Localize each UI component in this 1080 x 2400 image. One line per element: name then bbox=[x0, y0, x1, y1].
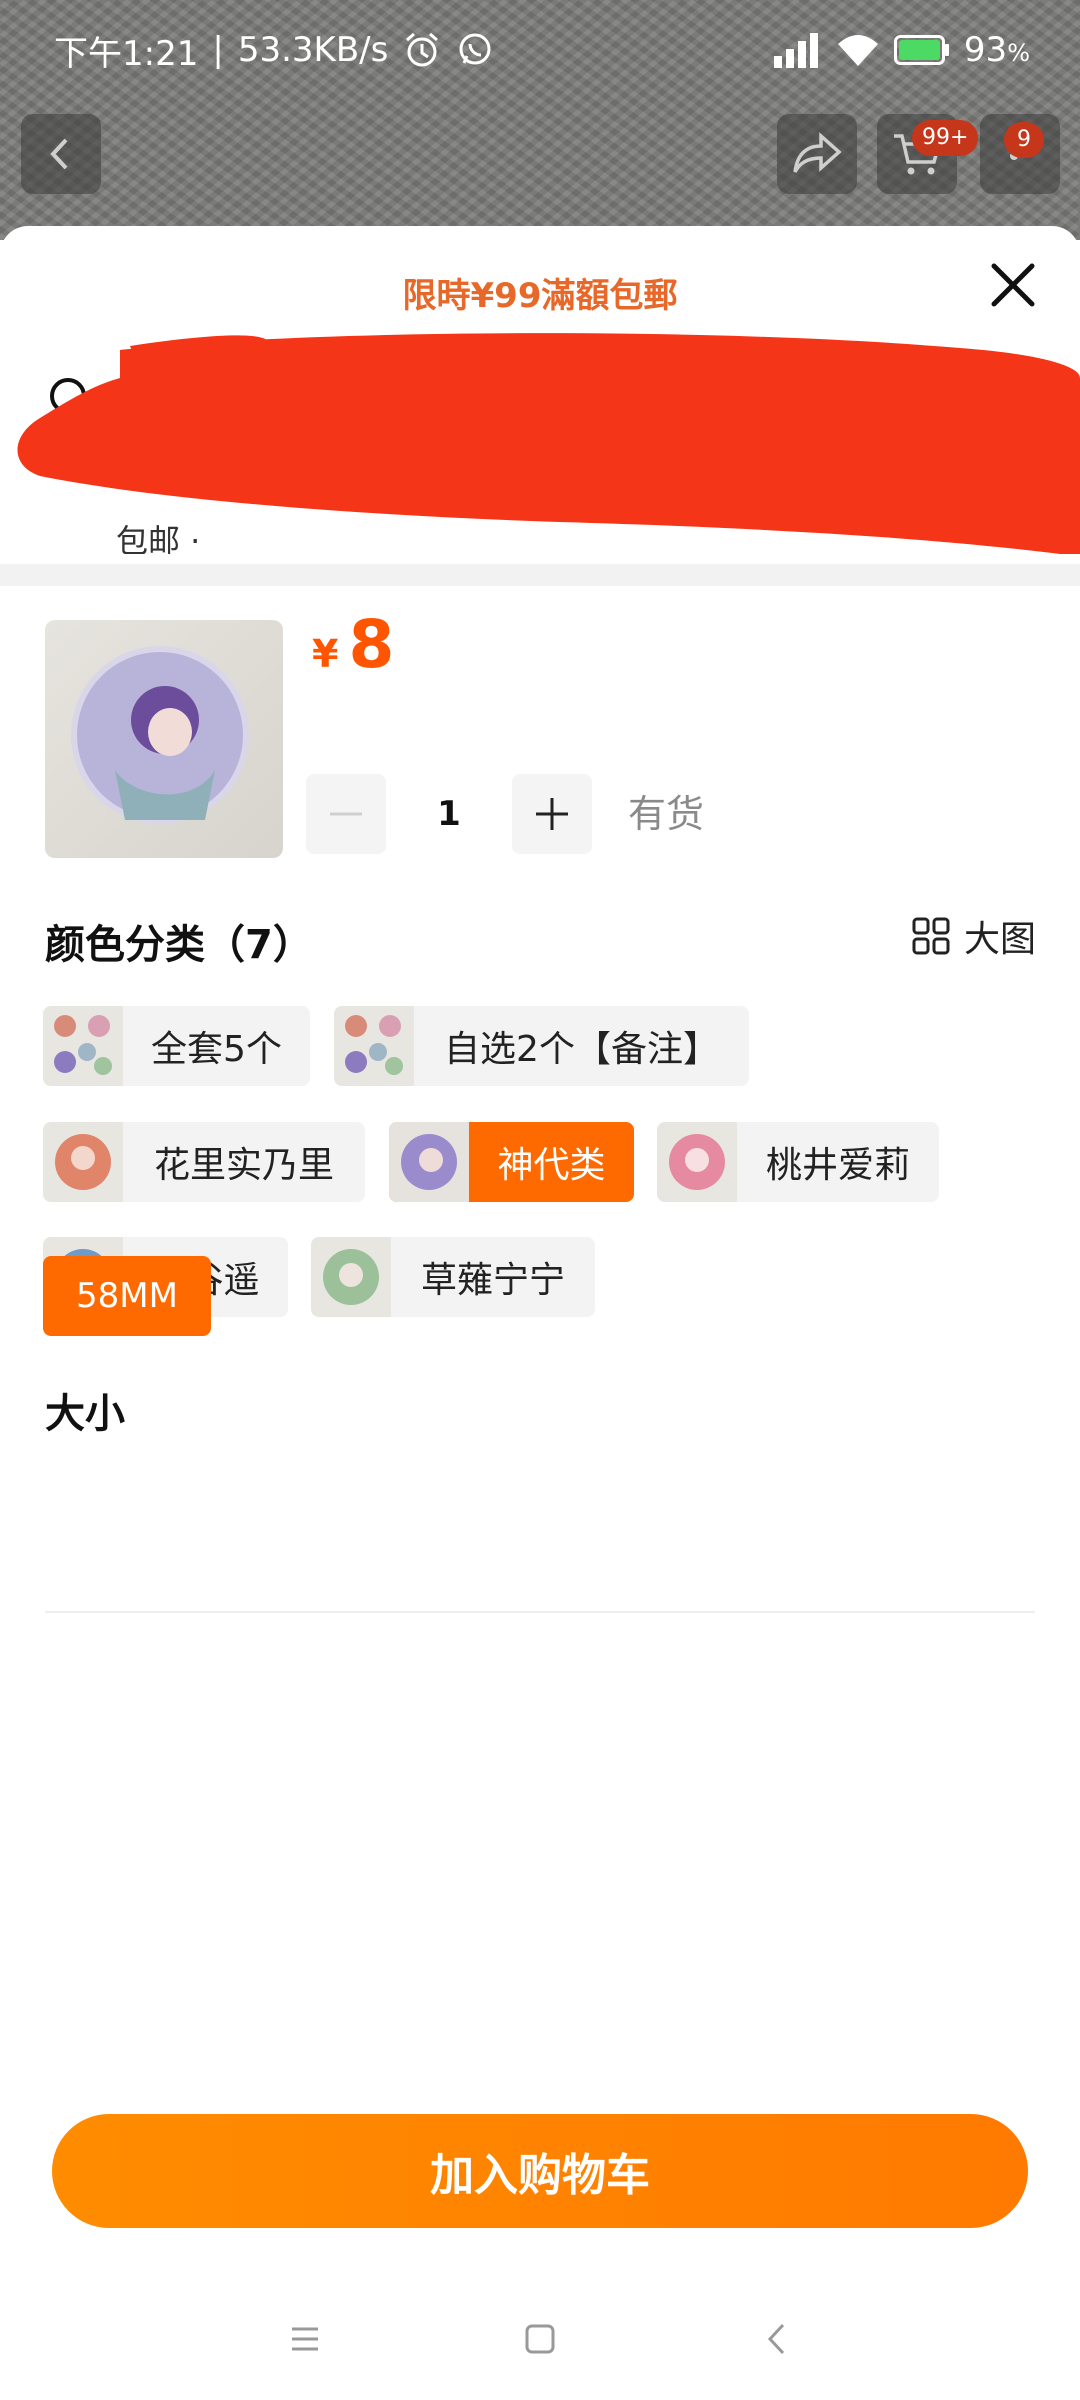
status-net-speed: 53.3KB/s bbox=[237, 30, 389, 70]
cart-badge: 99+ bbox=[912, 120, 979, 156]
option-thumbnail bbox=[657, 1122, 737, 1202]
status-time: 下午1:21 bbox=[54, 33, 199, 74]
price: ¥ 8 bbox=[312, 606, 394, 683]
option-label: 花里实乃里 bbox=[153, 1145, 334, 1186]
color-option-rui[interactable]: 神代类 bbox=[389, 1122, 634, 1202]
color-option-airi[interactable]: 桃井爱莉 bbox=[657, 1122, 939, 1202]
alarm-icon bbox=[402, 30, 442, 70]
battery-icon bbox=[893, 35, 950, 65]
status-bar: 下午1:21 | 53.3KB/s 93% bbox=[0, 0, 1080, 100]
plus-icon bbox=[536, 798, 568, 830]
product-thumbnail[interactable] bbox=[45, 620, 283, 858]
wifi-icon bbox=[836, 32, 880, 68]
option-thumbnail bbox=[389, 1122, 469, 1202]
stock-status: 有货 bbox=[628, 792, 705, 836]
option-label: 草薙宁宁 bbox=[420, 1260, 565, 1301]
menu-icon bbox=[292, 2327, 318, 2351]
minus-icon bbox=[330, 812, 362, 816]
quantity-value[interactable]: 1 bbox=[386, 774, 512, 854]
redaction-scribble bbox=[17, 333, 1080, 554]
price-currency: ¥ bbox=[312, 632, 339, 676]
option-thumbnail bbox=[43, 1006, 123, 1086]
color-section-title: 颜色分类（7） bbox=[45, 922, 313, 968]
section-rule bbox=[45, 1611, 1035, 1613]
option-thumbnail bbox=[43, 1122, 123, 1202]
color-option-nene[interactable]: 草薙宁宁 bbox=[311, 1237, 595, 1317]
section-divider bbox=[0, 564, 1080, 586]
color-option-pick-two[interactable]: 自选2个【备注】 bbox=[334, 1006, 749, 1086]
size-option-58mm[interactable]: 58MM bbox=[43, 1256, 211, 1336]
price-amount: 8 bbox=[348, 606, 395, 683]
color-option-minori[interactable]: 花里实乃里 bbox=[43, 1122, 365, 1202]
add-to-cart-button[interactable]: 加入购物车 bbox=[52, 2114, 1028, 2228]
size-section-title: 大小 bbox=[45, 1391, 125, 1437]
option-label: 神代类 bbox=[497, 1145, 606, 1186]
quantity-increment-button[interactable] bbox=[512, 774, 592, 854]
status-separator: | bbox=[212, 30, 224, 70]
share-button[interactable] bbox=[777, 114, 857, 194]
battery-percent: 93% bbox=[963, 30, 1030, 70]
close-button[interactable] bbox=[984, 256, 1042, 314]
color-option-full-set[interactable]: 全套5个 bbox=[43, 1006, 310, 1086]
chevron-left-icon bbox=[50, 138, 68, 170]
shipping-address-row[interactable]: 包邮 · bbox=[0, 326, 1080, 554]
close-icon bbox=[991, 263, 1035, 307]
whatsapp-icon bbox=[456, 31, 494, 69]
quantity-decrement-button[interactable] bbox=[306, 774, 386, 854]
system-nav-bar bbox=[0, 2294, 1080, 2384]
option-thumbnail bbox=[334, 1006, 414, 1086]
back-nav-button[interactable] bbox=[747, 2294, 807, 2384]
promo-banner: 限時¥99滿額包郵 bbox=[402, 276, 678, 316]
option-thumbnail bbox=[311, 1237, 391, 1317]
menu-nav-button[interactable] bbox=[275, 2294, 335, 2384]
back-chevron-icon bbox=[767, 2323, 785, 2355]
share-icon bbox=[793, 132, 842, 173]
home-nav-button[interactable] bbox=[510, 2294, 570, 2384]
grid-icon bbox=[912, 917, 950, 955]
badge-pin-image bbox=[71, 646, 249, 824]
back-button[interactable] bbox=[21, 114, 101, 194]
signal-icon bbox=[772, 32, 822, 68]
big-image-label: 大图 bbox=[963, 919, 1036, 960]
sku-selector-sheet: 限時¥99滿額包郵 包邮 · ¥ 8 1 有货 颜色分类（7） 大图 全套5个 … bbox=[0, 226, 1080, 2400]
more-badge: 9 bbox=[1004, 122, 1044, 158]
option-label: 桃井爱莉 bbox=[765, 1145, 910, 1186]
status-right: 93% bbox=[772, 30, 1030, 70]
big-image-toggle[interactable]: 大图 bbox=[912, 910, 1036, 962]
status-left: 下午1:21 | 53.3KB/s bbox=[54, 26, 494, 75]
home-square-icon bbox=[525, 2324, 555, 2354]
option-label: 自选2个【备注】 bbox=[444, 1029, 719, 1070]
option-label: 全套5个 bbox=[151, 1029, 282, 1070]
